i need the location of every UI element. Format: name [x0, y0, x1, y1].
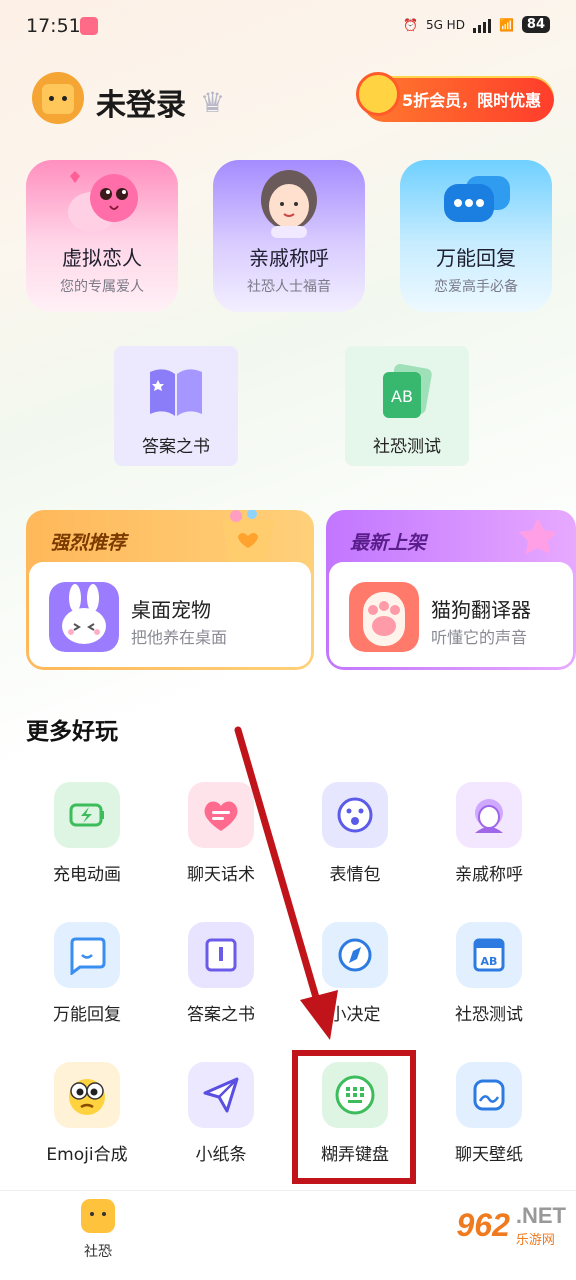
home-face-icon [81, 1199, 115, 1233]
annotation-arrow-icon [234, 726, 338, 1040]
watermark-logo: 962 [456, 1207, 510, 1243]
watermark-net: .NET [515, 1203, 566, 1228]
nav-home-tab[interactable]: 社恐 [66, 1199, 130, 1261]
annotation-highlight-box [292, 1050, 416, 1184]
nav-home-label: 社恐 [84, 1244, 112, 1260]
watermark: 962 .NET 乐游网 [456, 1203, 566, 1248]
watermark-sub: 乐游网 [515, 1233, 555, 1248]
bottom-nav: 社恐 962 .NET 乐游网 [0, 1190, 576, 1280]
